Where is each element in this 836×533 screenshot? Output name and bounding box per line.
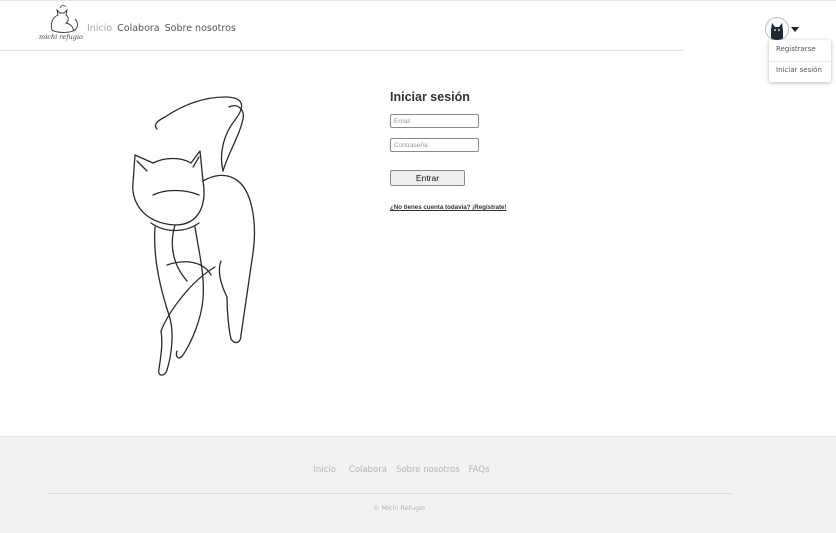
register-link[interactable]: ¿No tienes cuenta todavía? ¡Regístrate! [390,204,507,211]
dropdown-divider [769,61,831,62]
site-footer: Inicio Colabora Sobre nosotros FAQs © Mi… [0,436,836,533]
site-header: michi refugio Inicio Colabora Sobre noso… [0,0,836,82]
menu-item-iniciar-sesion[interactable]: Iniciar sesión [776,66,822,74]
login-form: Iniciar sesión Entrar ¿No tienes cuenta … [390,90,590,211]
cat-logo-icon [50,5,78,33]
nav-link-sobre-nosotros[interactable]: Sobre nosotros [165,23,236,34]
email-field[interactable] [390,114,479,128]
user-avatar[interactable] [765,17,789,41]
submit-button[interactable]: Entrar [390,170,465,186]
user-menu-caret-icon[interactable] [791,27,799,32]
footer-link-sobre-nosotros[interactable]: Sobre nosotros [396,465,460,475]
password-field[interactable] [390,138,479,152]
footer-link-colabora[interactable]: Colabora [349,465,387,475]
footer-link-inicio[interactable]: Inicio [313,465,336,475]
logo-text: michi refugio [39,33,83,41]
footer-divider [47,493,733,494]
cat-avatar-icon [771,23,783,40]
menu-item-registrarse[interactable]: Registrarse [776,45,816,53]
header-divider [0,50,683,51]
nav-link-inicio[interactable]: Inicio [87,23,112,34]
site-logo[interactable]: michi refugio [38,3,84,45]
user-dropdown-menu: Registrarse Iniciar sesión [769,40,831,82]
nav-link-colabora[interactable]: Colabora [117,23,159,34]
cat-line-illustration [132,96,256,376]
footer-nav: Inicio Colabora Sobre nosotros FAQs [0,465,803,475]
main-nav: Inicio Colabora Sobre nosotros [87,23,236,34]
login-title: Iniciar sesión [390,90,470,104]
copyright-text: © Michi Refugio [372,504,426,512]
footer-link-faqs[interactable]: FAQs [469,465,490,475]
